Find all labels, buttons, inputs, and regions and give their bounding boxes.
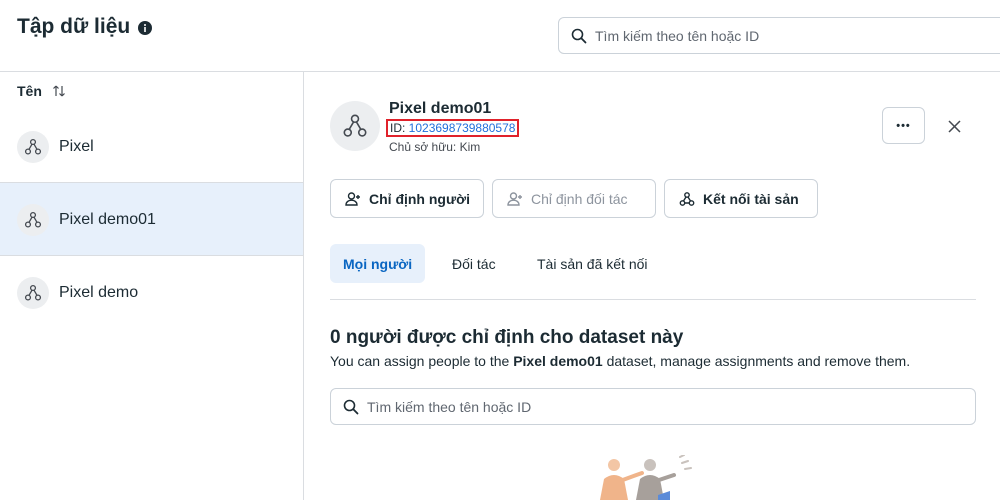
add-person-icon <box>345 191 361 207</box>
sort-arrows-icon[interactable] <box>52 84 66 98</box>
close-button[interactable] <box>944 116 964 136</box>
more-options-button[interactable]: ••• <box>882 107 925 144</box>
sidebar-item-label: Pixel demo <box>59 284 139 301</box>
assign-partner-button[interactable]: Chỉ định đối tác <box>492 179 656 218</box>
sidebar-item-pixel-demo[interactable]: Pixel demo <box>0 256 303 329</box>
connect-assets-button[interactable]: Kết nối tài sản <box>664 179 818 218</box>
tab-connected-assets[interactable]: Tài sản đã kết nối <box>537 244 648 283</box>
empty-state-illustration <box>590 454 710 500</box>
assign-partner-label: Chỉ định đối tác <box>531 190 628 207</box>
dataset-id-prefix: ID: <box>390 121 409 135</box>
dataset-nodes-icon <box>17 204 49 236</box>
desc-dataset-name: Pixel demo01 <box>513 353 603 369</box>
search-icon <box>343 399 359 415</box>
sidebar-item-pixel-demo01[interactable]: Pixel demo01 <box>0 183 303 256</box>
people-search-box[interactable] <box>330 388 976 425</box>
section-title: 0 người được chỉ định cho dataset này <box>330 327 684 348</box>
search-icon <box>571 28 587 44</box>
dataset-owner: Chủ sở hữu: Kim <box>389 140 481 154</box>
sidebar-item-label: Pixel demo01 <box>59 211 156 228</box>
tab-partners[interactable]: Đối tác <box>452 244 496 283</box>
dataset-nodes-icon <box>17 277 49 309</box>
assign-people-button[interactable]: Chỉ định người <box>330 179 484 218</box>
connect-assets-label: Kết nối tài sản <box>703 190 799 207</box>
dataset-id-value[interactable]: 1023698739880578 <box>409 121 516 135</box>
more-dots-icon: ••• <box>896 119 911 132</box>
dataset-name: Pixel demo01 <box>389 100 492 117</box>
dataset-id: ID: 1023698739880578 <box>386 119 520 137</box>
dataset-sidebar: Tên Pixel Pixel demo01 Pixel demo <box>0 72 304 500</box>
top-search-input[interactable] <box>595 18 995 53</box>
dataset-avatar <box>330 101 380 151</box>
people-search-input[interactable] <box>367 389 957 424</box>
sort-column-label[interactable]: Tên <box>17 83 42 99</box>
dataset-nodes-icon <box>342 113 368 139</box>
info-icon[interactable] <box>138 21 152 35</box>
section-description: You can assign people to the Pixel demo0… <box>330 353 910 369</box>
page-title: Tập dữ liệu <box>17 15 131 38</box>
desc-before: You can assign people to the <box>330 353 514 369</box>
sidebar-item-label: Pixel <box>59 138 94 155</box>
desc-after: dataset, manage assignments and remove t… <box>602 353 911 369</box>
sidebar-item-pixel[interactable]: Pixel <box>0 110 303 183</box>
connect-assets-icon <box>679 191 695 207</box>
assign-people-label: Chỉ định người <box>369 190 470 207</box>
close-icon <box>947 119 961 133</box>
dataset-nodes-icon <box>17 131 49 163</box>
add-person-icon <box>507 191 523 207</box>
tab-people[interactable]: Mọi người <box>330 244 426 283</box>
top-search-box[interactable] <box>558 17 1000 54</box>
tabs-divider <box>330 299 976 300</box>
